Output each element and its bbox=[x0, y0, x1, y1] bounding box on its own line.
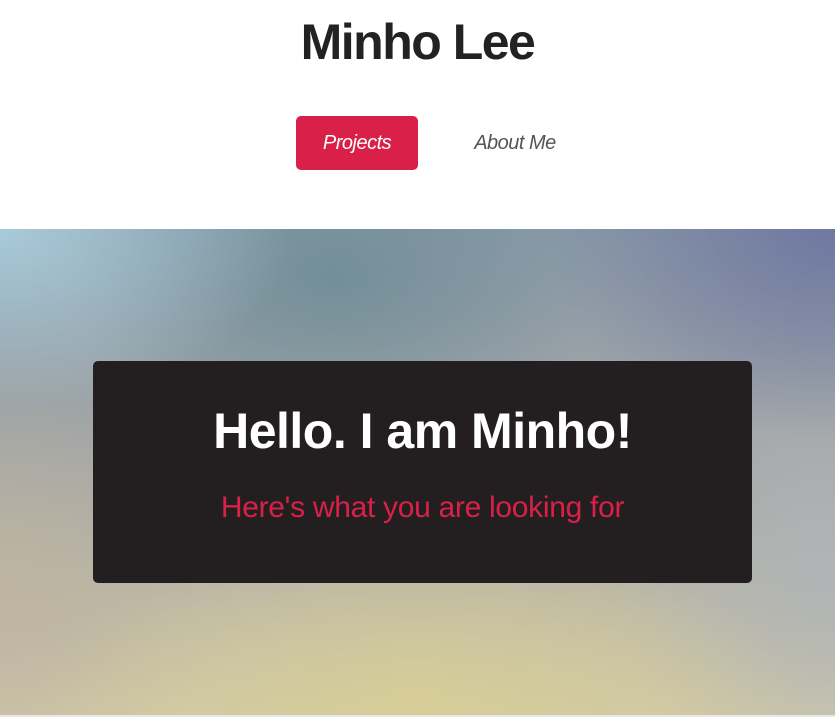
nav-about-me-link[interactable]: About Me bbox=[454, 116, 576, 170]
hero-card: Hello. I am Minho! Here's what you are l… bbox=[93, 361, 752, 583]
main-nav: Projects About Me bbox=[0, 116, 835, 170]
nav-projects-button[interactable]: Projects bbox=[296, 116, 418, 170]
site-header: Minho Lee Projects About Me bbox=[0, 0, 835, 229]
hero-title: Hello. I am Minho! bbox=[213, 403, 632, 459]
site-title: Minho Lee bbox=[300, 14, 536, 70]
hero-subtitle: Here's what you are looking for bbox=[220, 491, 625, 524]
hero-banner: Hello. I am Minho! Here's what you are l… bbox=[0, 229, 835, 715]
